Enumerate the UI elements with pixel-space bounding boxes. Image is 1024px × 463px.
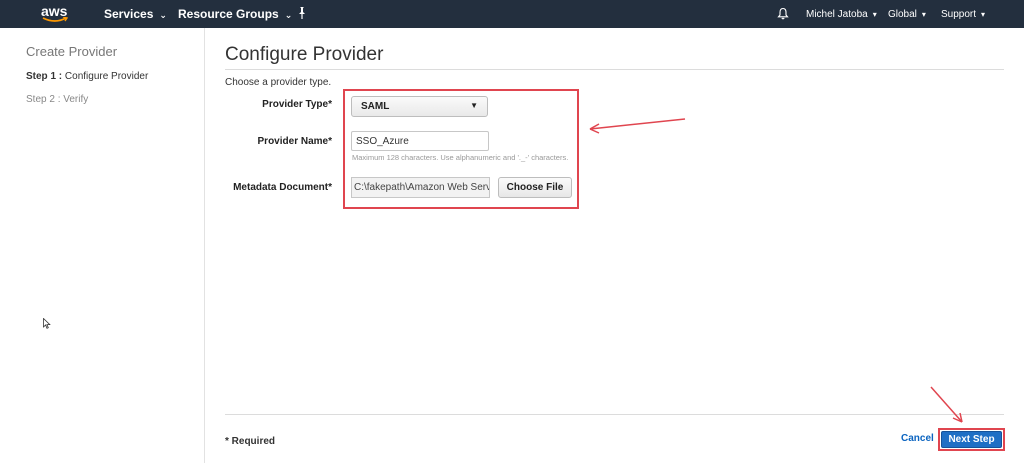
metadata-file-path[interactable]: C:\fakepath\Amazon Web Services	[351, 177, 490, 198]
region-label: Global	[888, 9, 917, 20]
caret-down-icon: ▾	[872, 10, 877, 19]
provider-type-select[interactable]: SAML ▼	[351, 96, 488, 117]
region-menu[interactable]: Global ▾	[888, 9, 926, 20]
bell-icon[interactable]	[777, 7, 789, 20]
wizard-step-configure[interactable]: Step 1 : Configure Provider	[26, 71, 148, 82]
provider-name-input[interactable]	[351, 131, 489, 151]
caret-down-icon: ▾	[981, 10, 986, 19]
services-menu[interactable]: Services ⌄	[104, 7, 167, 21]
chevron-down-icon: ⌄	[159, 10, 167, 20]
cancel-link[interactable]: Cancel	[901, 433, 934, 444]
resource-groups-menu[interactable]: Resource Groups ⌄	[178, 7, 292, 21]
metadata-document-label: Metadata Document*	[233, 182, 332, 193]
arrow-to-form-icon	[589, 118, 686, 134]
aws-logo[interactable]: aws	[40, 3, 70, 25]
provider-type-label: Provider Type*	[262, 99, 332, 110]
choose-file-button[interactable]: Choose File	[498, 177, 572, 198]
step1-prefix: Step 1 :	[26, 71, 63, 82]
wizard-step-verify: Step 2 : Verify	[26, 94, 89, 105]
user-menu[interactable]: Michel Jatoba ▾	[806, 9, 877, 20]
mouse-cursor-icon	[43, 318, 51, 329]
step1-label: Configure Provider	[64, 71, 149, 82]
chevron-down-icon: ⌄	[284, 10, 293, 20]
support-menu[interactable]: Support ▾	[941, 9, 985, 20]
sidebar-title: Create Provider	[26, 44, 118, 59]
arrow-to-next-icon	[930, 386, 963, 423]
instruction-text: Choose a provider type.	[225, 77, 332, 88]
provider-name-hint: Maximum 128 characters. Use alphanumeric…	[352, 153, 569, 162]
provider-name-label: Provider Name*	[257, 136, 332, 147]
services-label: Services	[104, 7, 154, 21]
footer-divider	[225, 414, 1004, 415]
pin-icon[interactable]	[296, 6, 308, 20]
aws-smile-icon	[42, 17, 68, 22]
page-title: Configure Provider	[225, 44, 384, 65]
resource-groups-label: Resource Groups	[178, 7, 279, 21]
title-divider	[225, 69, 1004, 70]
support-label: Support	[941, 9, 977, 20]
provider-type-value: SAML	[361, 101, 390, 112]
required-note: * Required	[225, 436, 276, 447]
top-nav-bar: aws Services ⌄ Resource Groups ⌄ Michel Ja…	[0, 0, 1024, 28]
next-step-button[interactable]: Next Step	[941, 431, 1002, 448]
caret-down-icon: ▼	[470, 101, 478, 110]
wizard-sidebar: Create Provider Step 1 : Configure Provi…	[0, 28, 205, 463]
user-label: Michel Jatoba	[806, 9, 868, 20]
caret-down-icon: ▾	[921, 10, 926, 19]
